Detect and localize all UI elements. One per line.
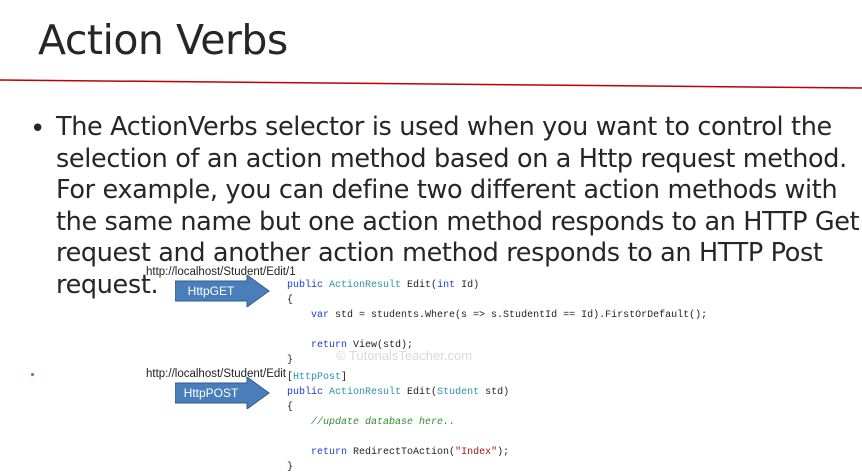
post-code-block: [HttpPost] public ActionResult Edit(Stud… <box>287 372 510 473</box>
bullet-marker: • <box>30 114 46 144</box>
get-arrow-label: HttpGET <box>187 284 235 298</box>
slide: Action Verbs • The ActionVerbs selector … <box>0 0 862 473</box>
watermark: © TutorialsTeacher.com <box>336 348 473 363</box>
title-underline <box>0 79 862 89</box>
post-arrow-label: HttpPOST <box>183 386 239 400</box>
stray-mark <box>31 373 34 376</box>
